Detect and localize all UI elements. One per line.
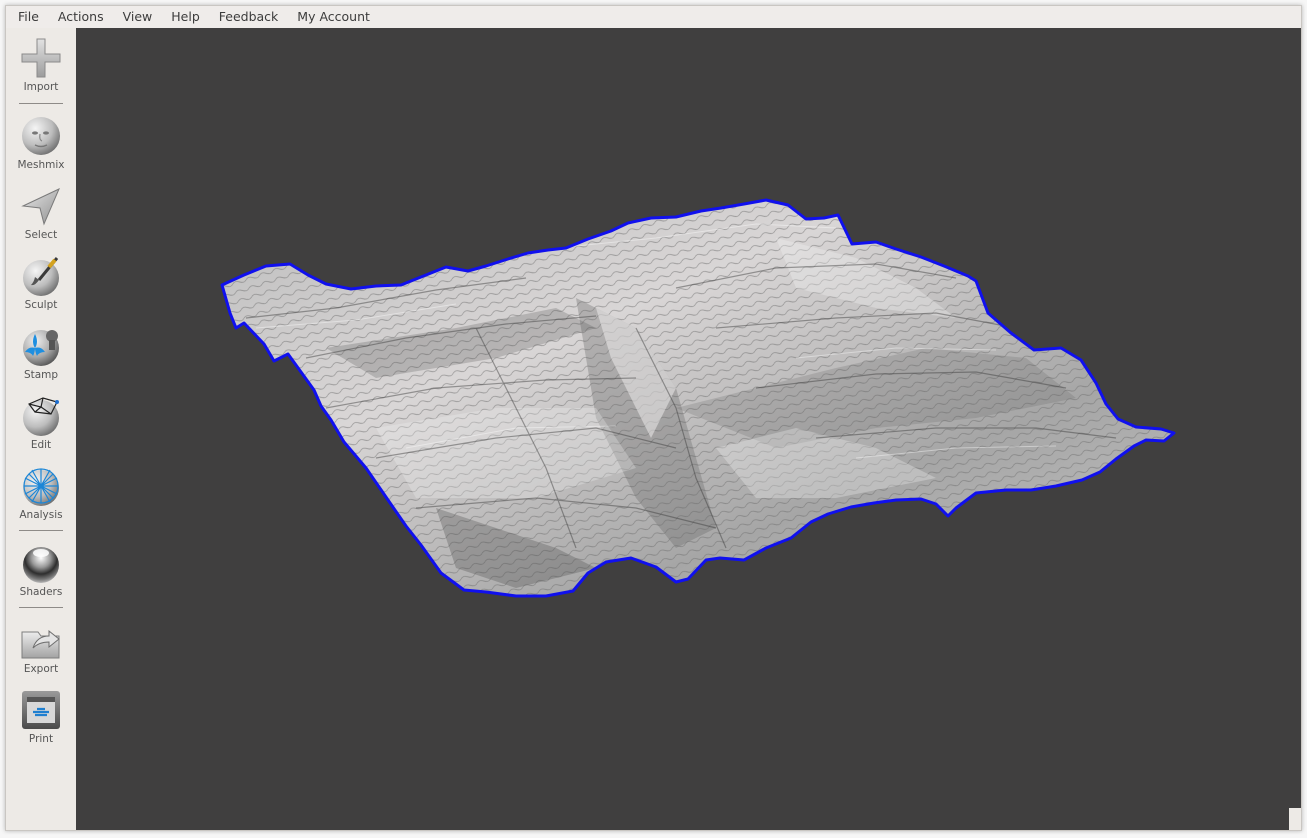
toolbar-separator — [19, 530, 63, 531]
left-toolbar: Import Meshmix Select Sculpt Stamp Edit … — [6, 28, 76, 830]
import-button[interactable]: Import — [6, 36, 76, 93]
terrain-mesh[interactable] — [76, 28, 1301, 830]
print-button[interactable]: Print — [6, 688, 76, 745]
export-label: Export — [23, 663, 59, 675]
menu-my-account[interactable]: My Account — [287, 6, 379, 28]
edit-button[interactable]: Edit — [6, 394, 76, 451]
mesh-edit-icon — [23, 397, 59, 436]
menu-view[interactable]: View — [113, 6, 162, 28]
shaders-button[interactable]: Shaders — [6, 541, 76, 598]
printer-icon — [22, 691, 60, 729]
select-label: Select — [24, 229, 58, 241]
brush-sphere-icon — [23, 257, 59, 296]
meshmix-button[interactable]: Meshmix — [6, 114, 76, 171]
resize-grip[interactable] — [1289, 808, 1301, 830]
edit-label: Edit — [30, 439, 52, 451]
print-label: Print — [28, 733, 54, 745]
chrome-sphere-icon — [23, 547, 59, 583]
export-folder-icon — [21, 629, 60, 659]
app-window: File Actions View Help Feedback My Accou… — [5, 5, 1302, 831]
analysis-button[interactable]: Analysis — [6, 464, 76, 521]
menu-help[interactable]: Help — [161, 6, 209, 28]
import-label: Import — [23, 81, 59, 93]
3d-viewport[interactable] — [76, 28, 1301, 830]
menu-actions[interactable]: Actions — [48, 6, 113, 28]
fleur-stamp-icon — [23, 330, 59, 366]
face-sphere-icon — [22, 117, 60, 155]
menubar: File Actions View Help Feedback My Accou… — [6, 6, 1301, 28]
sculpt-label: Sculpt — [24, 299, 58, 311]
toolbar-separator — [19, 607, 63, 608]
menu-file[interactable]: File — [6, 6, 48, 28]
arrow-cursor-icon — [21, 187, 60, 226]
menu-feedback[interactable]: Feedback — [209, 6, 288, 28]
shaders-label: Shaders — [19, 586, 63, 598]
stamp-label: Stamp — [23, 369, 59, 381]
plus-icon — [21, 38, 61, 78]
sculpt-button[interactable]: Sculpt — [6, 254, 76, 311]
analysis-label: Analysis — [19, 509, 63, 521]
wireframe-sphere-icon — [23, 468, 59, 506]
export-button[interactable]: Export — [6, 618, 76, 675]
select-button[interactable]: Select — [6, 184, 76, 241]
stamp-button[interactable]: Stamp — [6, 324, 76, 381]
toolbar-separator — [19, 103, 63, 104]
meshmix-label: Meshmix — [17, 159, 65, 171]
